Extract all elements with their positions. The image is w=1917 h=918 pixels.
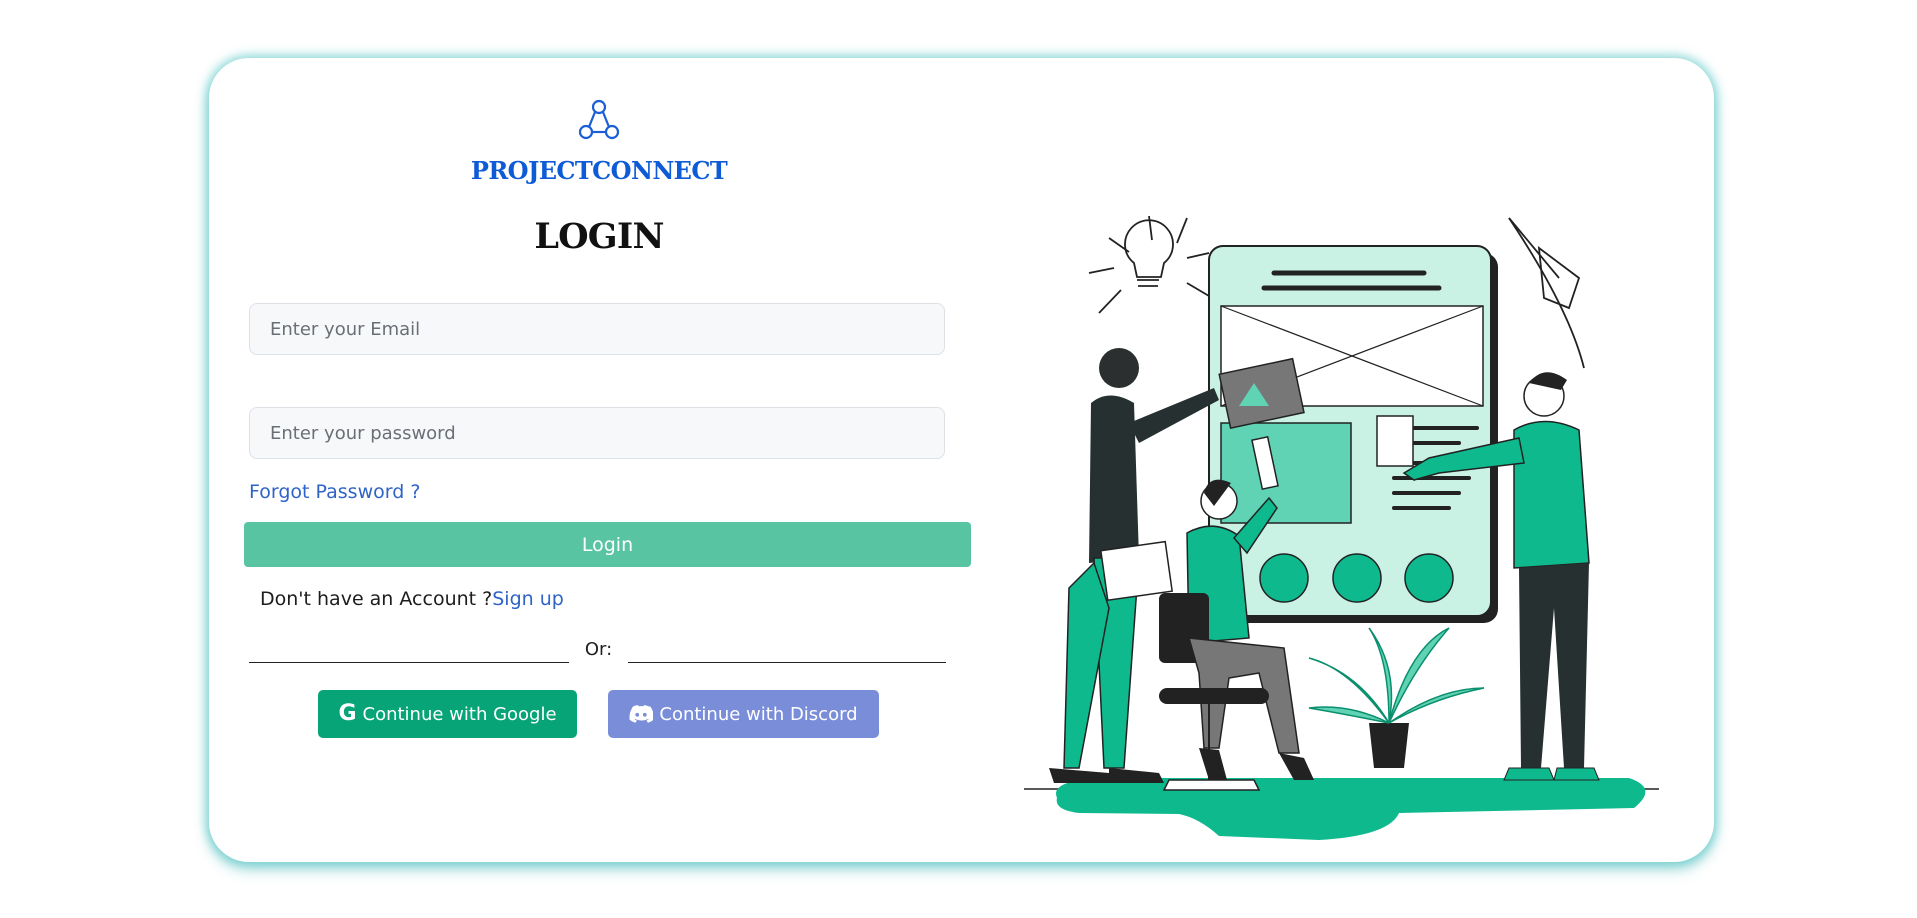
brand-name: PROJECTCONNECT [470, 156, 728, 185]
discord-login-button[interactable]: Continue with Discord [608, 690, 879, 738]
discord-icon [629, 705, 654, 723]
divider-right [628, 662, 946, 663]
no-account-text: Don't have an Account ? [260, 588, 493, 610]
team-design-illustration [1024, 215, 1659, 840]
google-icon: G [338, 701, 357, 726]
google-login-button[interactable]: G Continue with Google [318, 690, 577, 738]
forgot-password-link[interactable]: Forgot Password ? [249, 481, 420, 503]
page-title: LOGIN [534, 216, 664, 257]
email-input[interactable] [249, 303, 945, 355]
divider-text: Or: [584, 639, 613, 660]
signup-link[interactable]: Sign up [492, 588, 564, 610]
network-nodes-icon [578, 99, 620, 140]
google-button-label: Continue with Google [362, 703, 557, 725]
signup-row: Don't have an Account ?Sign up [260, 588, 564, 610]
divider-left [249, 662, 569, 663]
login-button[interactable]: Login [244, 522, 971, 567]
password-input[interactable] [249, 407, 945, 459]
discord-button-label: Continue with Discord [659, 703, 858, 725]
login-card: PROJECTCONNECT LOGIN Forgot Password ? L… [209, 58, 1714, 862]
